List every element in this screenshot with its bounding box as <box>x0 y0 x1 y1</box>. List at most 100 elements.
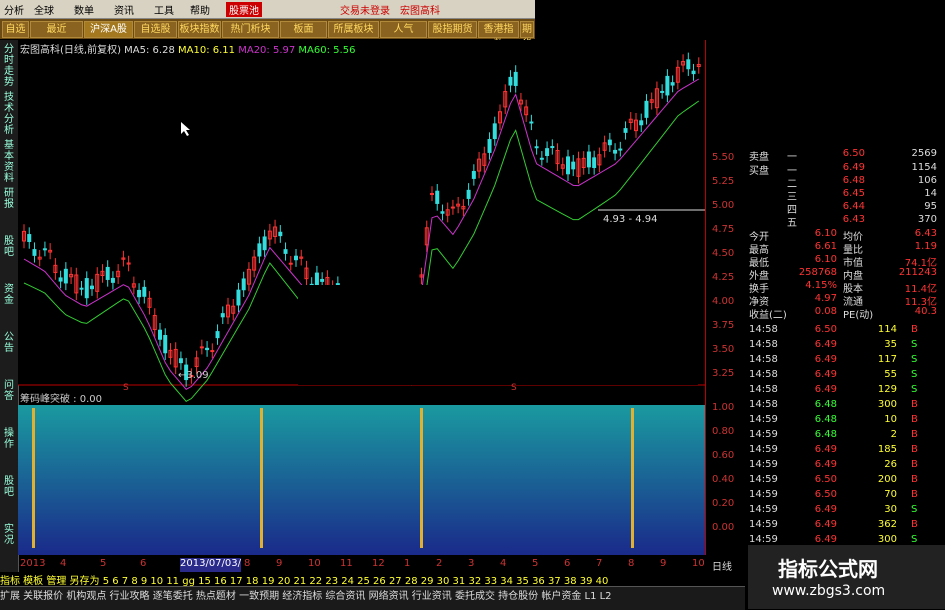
ma10-value: MA10: 6.11 <box>178 45 236 56</box>
trade-row: 14:59 6.48 10 B <box>749 414 918 425</box>
candle-body <box>158 329 162 340</box>
toolbar: 自选最近沪深A股自选股板块指数热门析块板面所属板块人气股指期货香港指数期货 <box>0 19 535 50</box>
toolbar-tab-11[interactable]: 期货 <box>520 21 534 50</box>
toolbar-tab-9[interactable]: 股指期货 <box>428 21 477 38</box>
candle-body <box>199 346 204 349</box>
axis-tick: 3.25 <box>712 368 735 379</box>
date-tick: 9 <box>660 558 667 569</box>
sub-axis-tick: 1.00 <box>712 402 735 413</box>
trade-row: 14:58 6.50 114 B <box>749 324 918 335</box>
toolbar-tab-8[interactable]: 人气 <box>380 21 427 38</box>
axis-tick: 3.50 <box>712 344 735 355</box>
sub-axis-tick: 0.20 <box>712 498 735 509</box>
menu-item-stock-pool[interactable]: 股票池 <box>226 2 262 17</box>
price-axis: 5.50 5.25 5.00 4.75 4.50 4.25 4.00 3.75 3.50 3.25… <box>705 40 748 555</box>
side-tab-9[interactable]: 股吧 <box>1 476 17 498</box>
indicator-tabs[interactable]: 指标 模板 管理 另存为 5 6 7 8 9 10 11 gg 15 16 17… <box>0 572 745 587</box>
ma60-value: MA60: 5.56 <box>298 45 356 56</box>
candle-body <box>435 190 440 204</box>
watermark-title: 指标公式网 <box>778 557 878 581</box>
candle-body <box>79 287 84 290</box>
trade-row: 14:58 6.49 129 S <box>749 384 918 395</box>
candle-body <box>639 120 644 126</box>
candle-body <box>215 331 220 339</box>
side-tab-3[interactable]: 研报 <box>1 188 17 210</box>
date-tick: 11 <box>340 558 353 569</box>
side-tab-7[interactable]: 问答 <box>1 380 17 402</box>
candle-body <box>105 266 110 280</box>
toolbar-tab-3[interactable]: 自选股 <box>134 21 177 38</box>
candle-body <box>508 76 513 86</box>
candle-body <box>487 139 492 153</box>
side-tab-5[interactable]: 资金 <box>1 284 17 306</box>
trade-row: 14:59 6.49 185 B <box>749 444 918 455</box>
candle-body <box>110 277 115 283</box>
axis-tick: 5.50 <box>712 152 735 163</box>
buy-level: 三 6.45 14 <box>787 188 937 203</box>
side-tab-1[interactable]: 技术分析 <box>1 92 17 136</box>
function-bar[interactable]: 扩展 关联报价 机构观点 行业攻略 逐笔委托 热点题材 一致预期 经济指标 综合… <box>0 586 745 610</box>
watermark-logo: 指标公式网 www.zbgs3.com <box>748 545 945 609</box>
toolbar-tab-2[interactable]: 沪深A股 <box>84 21 133 38</box>
menu-bar: 分析 全球 数单 资讯 工具 帮助 股票池 交易未登录 宏图高科 <box>0 0 535 19</box>
candle-body <box>63 268 68 284</box>
kline-chart[interactable]: ←3.09 4.93 - 4.94 S S <box>18 40 705 555</box>
candle-body <box>142 286 147 297</box>
low-price-label: ←3.09 <box>178 370 209 381</box>
candle-body <box>665 75 670 96</box>
axis-tick: 3.75 <box>712 320 735 331</box>
date-tick: 5 <box>532 558 539 569</box>
candle-body <box>613 149 618 154</box>
trade-row: 14:59 6.49 30 S <box>749 504 918 515</box>
stock-name-title: 宏图高科 <box>400 6 440 17</box>
left-tab-strip: 分时走势 技术分析 基本资料 研报 股吧 资金 公告 问答 操作 股吧 实况 <box>0 40 19 585</box>
candle-body <box>220 313 225 318</box>
side-tab-6[interactable]: 公告 <box>1 332 17 354</box>
date-tick: 6 <box>140 558 147 569</box>
menu-item-news[interactable]: 资讯 <box>114 2 134 17</box>
date-tick: 4 <box>60 558 67 569</box>
candle-body <box>178 358 183 364</box>
candle-body <box>320 278 325 282</box>
candle-body <box>32 249 37 256</box>
stat-row: 最低 6.10 市值 74.1亿 <box>749 254 937 269</box>
toolbar-tab-1[interactable]: 最近 <box>30 21 83 38</box>
trade-row: 14:58 6.49 117 S <box>749 354 918 365</box>
toolbar-tab-0[interactable]: 自选 <box>2 21 29 38</box>
trade-row: 14:59 6.50 200 B <box>749 474 918 485</box>
axis-tick: 5.25 <box>712 176 735 187</box>
period-label[interactable]: 日线 <box>712 558 732 573</box>
menu-item-help[interactable]: 帮助 <box>190 2 210 17</box>
side-tab-0[interactable]: 分时走势 <box>1 44 17 88</box>
side-tab-8[interactable]: 操作 <box>1 428 17 450</box>
toolbar-tab-4[interactable]: 板块指数 <box>178 21 221 38</box>
menu-item-data[interactable]: 数单 <box>74 2 94 17</box>
toolbar-tab-7[interactable]: 所属板块 <box>328 21 379 38</box>
candle-body <box>691 70 696 75</box>
toolbar-tab-10[interactable]: 香港指数 <box>478 21 519 50</box>
watermark-url: www.zbgs3.com <box>772 583 886 599</box>
candle-body <box>90 285 94 290</box>
candle-body <box>592 157 597 168</box>
stat-row: 外盘 258768 内盘 211243 <box>749 267 937 282</box>
side-tab-4[interactable]: 股吧 <box>1 236 17 258</box>
candle-body <box>534 146 539 149</box>
menu-item-tools[interactable]: 工具 <box>154 2 174 17</box>
trade-row: 14:58 6.49 55 S <box>749 369 918 380</box>
toolbar-tab-5[interactable]: 热门析块 <box>222 21 279 38</box>
side-tab-10[interactable]: 实况 <box>1 524 17 546</box>
candle-body <box>450 206 455 209</box>
stat-row: 换手 4.15% 股本 11.4亿 <box>749 280 937 295</box>
candle-body <box>586 151 591 168</box>
candle-body <box>84 278 89 299</box>
quote-panel: 卖盘一 6.50 2569 买盘一 6.49 1154 二 6.48 106 三 6.45 14 四 6.… <box>747 140 945 560</box>
sell-level: 卖盘一 6.50 2569 <box>749 148 937 163</box>
sub-axis-tick: 0.60 <box>712 450 735 461</box>
stat-row: 最高 6.61 量比 1.19 <box>749 241 937 256</box>
menu-item-analysis[interactable]: 分析 <box>4 2 24 17</box>
candle-body <box>566 156 570 175</box>
breakout-spike <box>260 408 263 548</box>
side-tab-2[interactable]: 基本资料 <box>1 140 17 184</box>
menu-item-global[interactable]: 全球 <box>34 2 54 17</box>
toolbar-tab-6[interactable]: 板面 <box>280 21 327 38</box>
